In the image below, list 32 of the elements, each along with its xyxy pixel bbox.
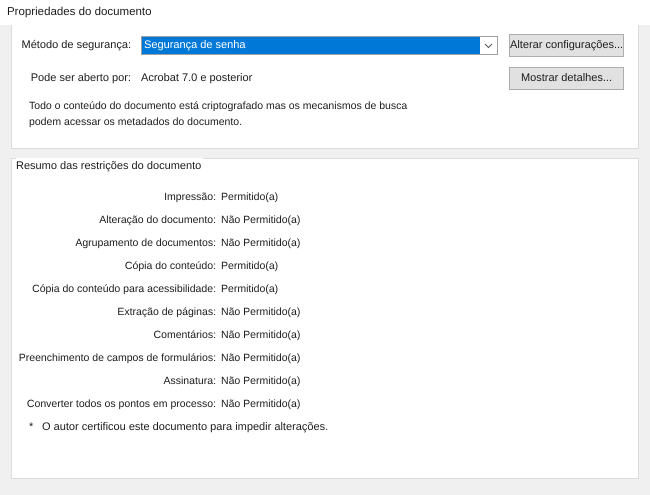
footnote-mark: * [29,420,34,436]
restriction-value: Permitido(a) [221,190,278,205]
show-details-button[interactable]: Mostrar detalhes... [509,67,624,90]
restriction-value: Não Permitido(a) [221,212,300,228]
restriction-label: Extração de páginas: [116,304,216,320]
restriction-label: Cópia do conteúdo: [124,258,216,274]
restriction-label: Converter todos os pontos em processo: [26,396,216,412]
restriction-value: Não Permitido(a) [221,328,300,343]
field-label: Método de segurança: [20,38,131,54]
restriction-value: Permitido(a) [221,258,278,274]
window-title: Propriedades do documento [7,4,152,20]
restriction-value: Não Permitido(a) [221,236,300,251]
restriction-value: Permitido(a) [221,282,278,297]
restriction-value: Não Permitido(a) [221,304,300,320]
footnote-text: O autor certificou este documento para impedir alterações. [42,420,328,436]
field-value: Acrobat 7.0 e posterior [141,71,254,86]
restriction-label: Alteração do documento: [98,212,216,228]
restriction-label: Comentários: [152,328,216,343]
restriction-label: Preenchimento de campos de formulários: [18,350,216,366]
change-settings-button[interactable]: Alterar configurações... [509,34,624,57]
restriction-value: Não Permitido(a) [221,374,300,389]
restriction-value: Não Permitido(a) [221,396,300,412]
restriction-label: Impressão: [163,190,216,205]
encryption-note: Todo o conteúdo do documento está criptografado mas os mecanismos de busca podem acessar os metadados do documento. [29,99,408,130]
group-title: Resumo das restrições do documento [16,158,204,174]
field-label: Pode ser aberto por: [30,71,131,86]
restriction-label: Assinatura: [162,374,216,389]
restriction-label: Cópia do conteúdo para acessibilidade: [31,282,216,297]
chevron-down-icon [484,42,493,48]
restriction-label: Agrupamento de documentos: [74,236,216,251]
restriction-value: Não Permitido(a) [221,350,300,366]
security-method-dropdown[interactable]: Segurança de senha [141,36,498,55]
